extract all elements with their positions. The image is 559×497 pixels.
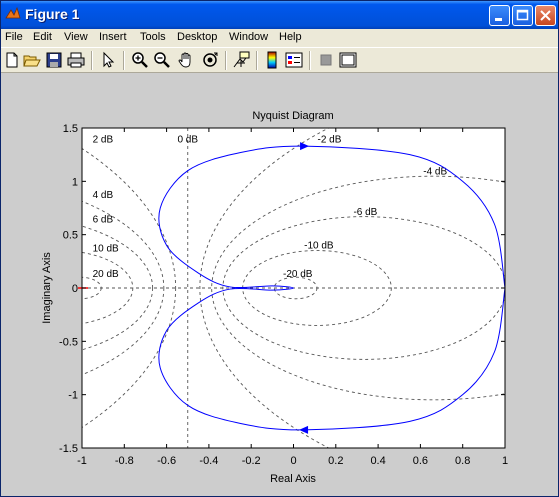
y-tick-label: 0 [72,283,78,295]
minimize-icon [495,18,502,21]
y-tick-label: -1.5 [59,443,78,455]
menu-file[interactable]: File [5,31,23,43]
menu-bar: File Edit View Insert Tools Desktop Wind… [1,29,558,47]
x-tick-label: 0 [290,455,296,467]
x-tick-label: -1 [77,455,87,467]
chart-title: Nyquist Diagram [252,110,333,122]
m-circle-label: -6 dB [353,207,377,218]
toolbar-separator [225,51,227,70]
menu-edit[interactable]: Edit [33,31,52,43]
m-circle-label: -2 dB [318,135,342,146]
figure-window: Figure 1 File Edit View Insert Tools Des… [0,0,559,497]
m-circle-label: 20 dB [93,269,119,280]
x-tick-label: -0.4 [199,455,218,467]
x-axis-label: Real Axis [270,473,316,485]
menu-tools[interactable]: Tools [140,31,166,43]
close-button[interactable] [535,5,556,26]
m-circle-label: -4 dB [423,167,447,178]
x-tick-label: -0.8 [115,455,134,467]
nyquist-plot[interactable]: Nyquist Diagram 0 dB 2 dB -2 dB 4 dB -4 dB 6 … [1,73,558,496]
new-figure-icon[interactable] [3,51,21,69]
x-tick-label: 0.8 [455,455,470,467]
x-tick-label: -0.2 [242,455,261,467]
pan-hand-icon[interactable] [177,51,195,69]
m-circle-label: 0 dB [177,135,198,146]
toolbar-separator [123,51,125,70]
figure-toolbar [1,47,558,73]
title-bar[interactable]: Figure 1 [1,1,558,29]
hide-plot-tools-icon[interactable] [317,51,335,69]
legend-icon[interactable] [285,51,303,69]
select-arrow-icon[interactable] [99,51,117,69]
zoom-in-icon[interactable] [131,51,149,69]
x-tick-label: 0.6 [413,455,428,467]
close-icon [540,10,551,21]
y-tick-label: 1 [72,176,78,188]
save-icon[interactable] [45,51,63,69]
minimize-button[interactable] [489,5,510,26]
colorbar-icon[interactable] [263,51,281,69]
m-circle-label: -10 dB [304,240,334,251]
matlab-icon [5,6,21,19]
toolbar-separator [256,51,258,70]
x-tick-label: -0.6 [157,455,176,467]
menu-help[interactable]: Help [279,31,302,43]
figure-canvas: Nyquist Diagram 0 dB 2 dB -2 dB 4 dB -4 dB 6 … [1,73,558,496]
rotate-3d-icon[interactable] [201,51,219,69]
menu-view[interactable]: View [64,31,88,43]
y-tick-label: -0.5 [59,336,78,348]
y-axis-label: Imaginary Axis [41,252,53,324]
m-circle-label: 2 dB [93,135,114,146]
m-circle-label: 4 dB [93,190,114,201]
y-tick-label: 0.5 [63,230,78,242]
print-icon[interactable] [67,51,85,69]
y-tick-label: 1.5 [63,123,78,135]
menu-desktop[interactable]: Desktop [177,31,217,43]
menu-window[interactable]: Window [229,31,268,43]
menu-insert[interactable]: Insert [99,31,127,43]
data-cursor-icon[interactable] [232,51,250,69]
toolbar-separator [91,51,93,70]
y-tick-label: -1 [68,390,78,402]
toolbar-separator [309,51,311,70]
x-tick-label: 0.4 [370,455,385,467]
maximize-button[interactable] [512,5,533,26]
show-plot-tools-icon[interactable] [339,51,357,69]
m-circle-label: 10 dB [93,243,119,254]
maximize-icon [516,9,529,21]
m-circle-label: 6 dB [93,215,114,226]
x-tick-label: 0.2 [328,455,343,467]
window-title: Figure 1 [25,6,80,22]
m-circle-label: -20 dB [283,269,313,280]
x-tick-label: 1 [502,455,508,467]
zoom-out-icon[interactable] [153,51,171,69]
open-file-icon[interactable] [23,51,41,69]
